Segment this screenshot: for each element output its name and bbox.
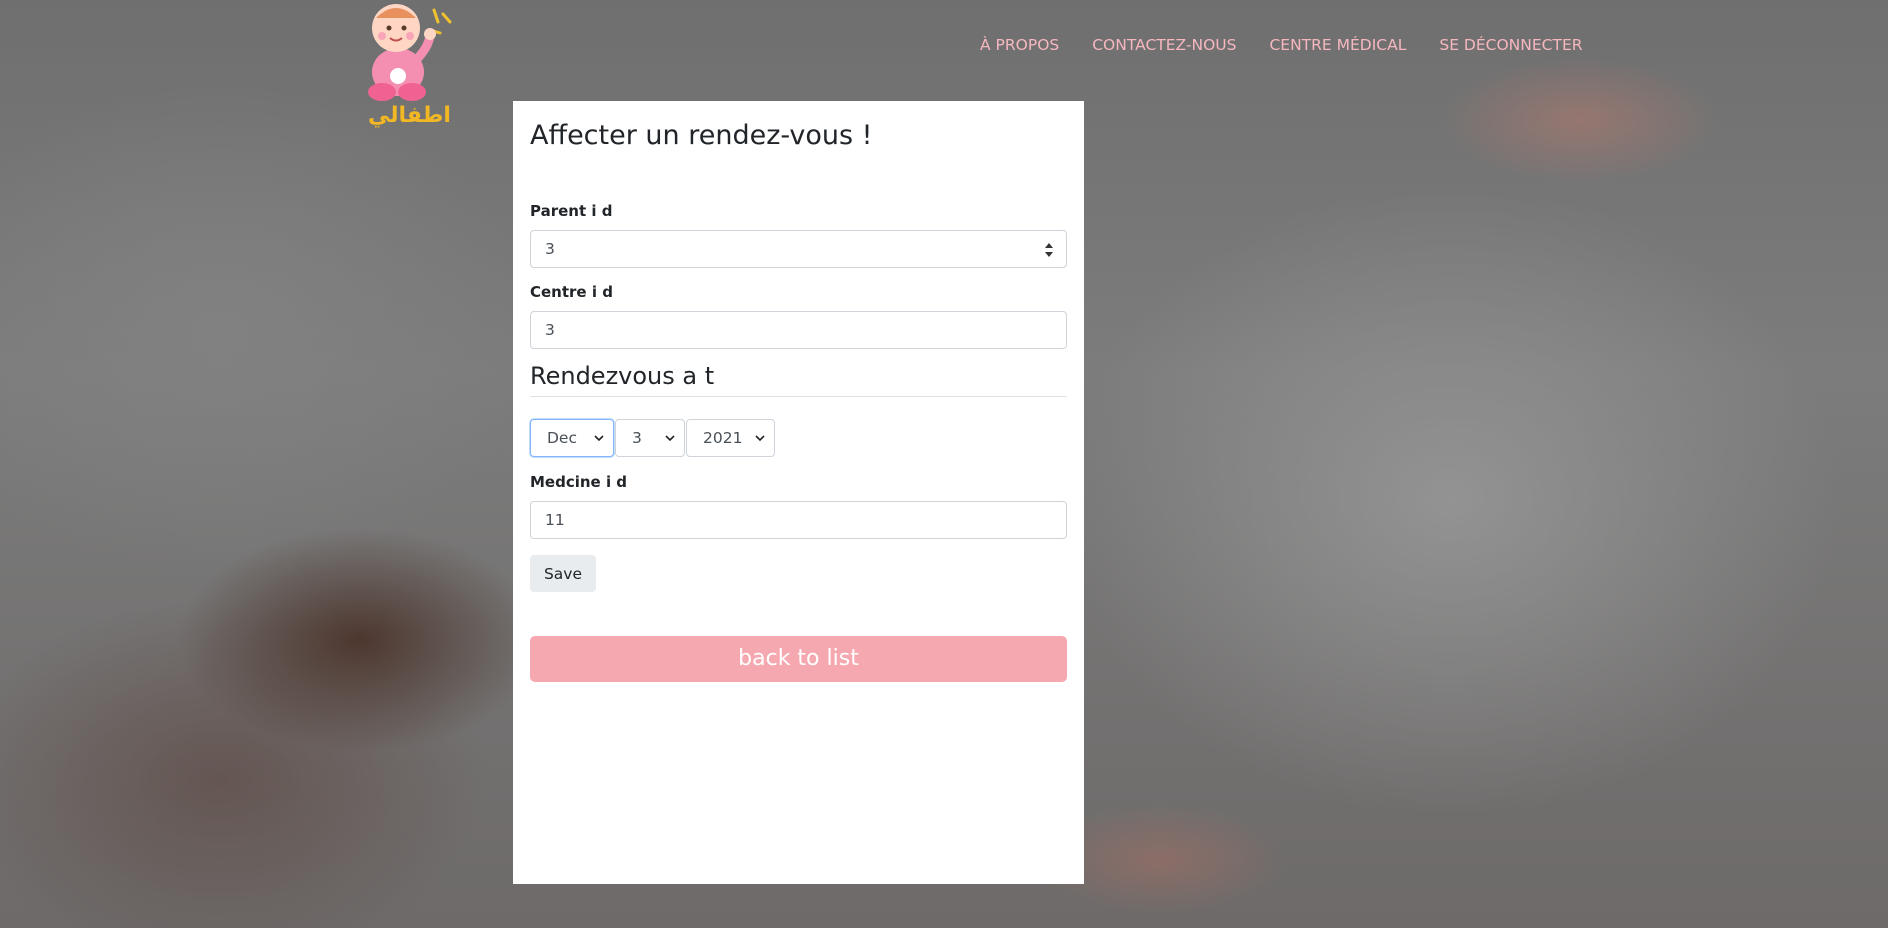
back-to-list-button[interactable]: back to list (530, 636, 1067, 682)
nav-item-se-deconnecter[interactable]: SE DÉCONNECTER (1439, 36, 1582, 54)
month-select[interactable]: Dec (530, 419, 614, 457)
chevron-down-icon (755, 435, 765, 442)
month-value: Dec (547, 429, 577, 447)
day-select[interactable]: 3 (615, 419, 685, 457)
nav-item-a-propos[interactable]: À PROPOS (980, 36, 1059, 54)
page-title: Affecter un rendez-vous ! (530, 120, 873, 151)
header: اطفالي À PROPOS CONTACTEZ-NOUS CENTRE MÉ… (0, 0, 1888, 128)
medecine-id-label: Medcine i d (530, 473, 628, 491)
medecine-id-value: 11 (545, 511, 565, 529)
nav-item-centre-medical[interactable]: CENTRE MÉDICAL (1269, 36, 1406, 54)
year-value: 2021 (703, 429, 743, 447)
save-button[interactable]: Save (530, 555, 596, 592)
centre-id-value: 3 (545, 321, 555, 339)
medecine-id-input[interactable]: 11 (530, 501, 1067, 539)
year-select[interactable]: 2021 (686, 419, 775, 457)
parent-id-value: 3 (545, 240, 555, 258)
main-nav: À PROPOS CONTACTEZ-NOUS CENTRE MÉDICAL S… (980, 36, 1583, 54)
logo[interactable]: اطفالي (346, 0, 466, 132)
parent-id-label: Parent i d (530, 202, 613, 220)
svg-text:اطفالي: اطفالي (368, 103, 451, 128)
centre-id-label: Centre i d (530, 283, 613, 301)
nav-item-contactez-nous[interactable]: CONTACTEZ-NOUS (1092, 36, 1236, 54)
day-value: 3 (632, 429, 642, 447)
centre-id-input[interactable]: 3 (530, 311, 1067, 349)
appointment-form-card: Affecter un rendez-vous ! Parent i d 3 C… (513, 101, 1084, 884)
rendezvous-section-title: Rendezvous a t (530, 362, 715, 390)
section-divider (530, 396, 1067, 397)
baby-logo-icon: اطفالي (368, 4, 452, 128)
parent-id-input[interactable]: 3 (530, 230, 1067, 268)
chevron-down-icon (665, 435, 675, 442)
chevron-down-icon (594, 435, 604, 442)
number-stepper-icon[interactable] (1044, 240, 1054, 260)
